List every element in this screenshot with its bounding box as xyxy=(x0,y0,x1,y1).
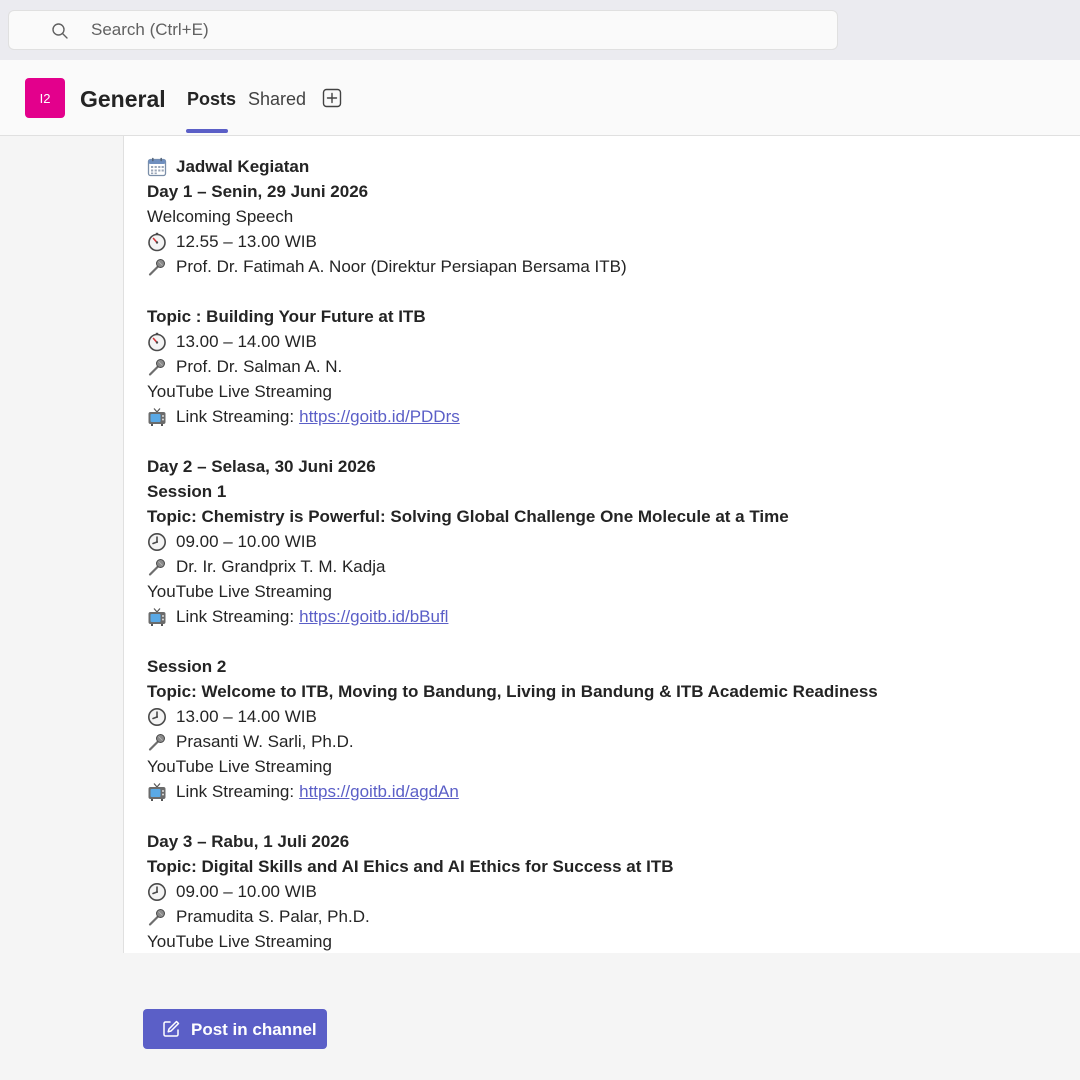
post-in-channel-button[interactable]: Post in channel xyxy=(143,1009,327,1049)
session-platform: YouTube Live Streaming xyxy=(147,382,332,401)
clock-icon xyxy=(147,532,167,552)
session-speaker: Prof. Dr. Salman A. N. xyxy=(176,357,343,376)
session-time: 13.00 – 14.00 WIB xyxy=(176,332,317,351)
stopwatch-icon xyxy=(147,232,167,252)
microphone-icon xyxy=(147,732,167,752)
session-platform: YouTube Live Streaming xyxy=(147,757,332,776)
clock-icon xyxy=(147,707,167,727)
session-label: Session 2 xyxy=(147,657,227,676)
day-title: Day 1 – Senin, 29 Juni 2026 xyxy=(147,182,369,201)
compose-icon xyxy=(163,1020,180,1037)
topic-title: Topic: Chemistry is Powerful: Solving Gl… xyxy=(147,507,789,526)
search-box[interactable] xyxy=(8,10,838,50)
link-label: Link Streaming: xyxy=(176,407,295,426)
post-area[interactable]: Jadwal Kegiatan Day 1 – Senin, 29 Juni 2… xyxy=(123,136,1080,953)
topic-title: Topic : Building Your Future at ITB xyxy=(147,307,426,326)
microphone-icon xyxy=(147,357,167,377)
channel-header: I2 General Posts Shared xyxy=(0,60,1080,136)
microphone-icon xyxy=(147,257,167,277)
microphone-icon xyxy=(147,907,167,927)
streaming-link[interactable]: https://goitb.id/PDDrs xyxy=(299,404,460,429)
streaming-link[interactable]: https://goitb.id/bBufl xyxy=(299,604,448,629)
post-message: Jadwal Kegiatan Day 1 – Senin, 29 Juni 2… xyxy=(147,154,1047,953)
session-platform: YouTube Live Streaming xyxy=(147,582,332,601)
session-time: 13.00 – 14.00 WIB xyxy=(176,707,317,726)
day-title: Day 3 – Rabu, 1 Juli 2026 xyxy=(147,832,350,851)
session-title: Welcoming Speech xyxy=(147,207,294,226)
day-title: Day 2 – Selasa, 30 Juni 2026 xyxy=(147,457,376,476)
session-speaker: Prasanti W. Sarli, Ph.D. xyxy=(176,732,354,751)
topic-title: Topic: Digital Skills and AI Ehics and A… xyxy=(147,857,674,876)
add-tab-icon[interactable] xyxy=(322,88,342,108)
session-time: 12.55 – 13.00 WIB xyxy=(176,232,317,251)
streaming-link[interactable]: https://goitb.id/agdAn xyxy=(299,779,459,804)
television-icon xyxy=(147,607,167,627)
search-input[interactable] xyxy=(83,11,783,49)
microphone-icon xyxy=(147,557,167,577)
link-label: Link Streaming: xyxy=(176,607,295,626)
clock-icon xyxy=(147,882,167,902)
calendar-icon xyxy=(147,157,167,177)
session-platform: YouTube Live Streaming xyxy=(147,932,332,951)
session-label: Session 1 xyxy=(147,482,227,501)
search-icon xyxy=(52,23,68,39)
post-in-channel-label: Post in channel xyxy=(191,1020,317,1039)
session-speaker: Prof. Dr. Fatimah A. Noor (Direktur Pers… xyxy=(176,257,627,276)
television-icon xyxy=(147,782,167,802)
tab-shared[interactable]: Shared xyxy=(248,89,306,110)
session-speaker: Pramudita S. Palar, Ph.D. xyxy=(176,907,370,926)
schedule-heading: Jadwal Kegiatan xyxy=(176,157,310,176)
active-tab-indicator xyxy=(186,129,228,133)
channel-title: General xyxy=(80,86,166,112)
television-icon xyxy=(147,407,167,427)
team-avatar[interactable]: I2 xyxy=(25,78,65,118)
session-time: 09.00 – 10.00 WIB xyxy=(176,882,317,901)
tab-posts[interactable]: Posts xyxy=(187,89,236,110)
session-time: 09.00 – 10.00 WIB xyxy=(176,532,317,551)
session-speaker: Dr. Ir. Grandprix T. M. Kadja xyxy=(176,557,386,576)
link-label: Link Streaming: xyxy=(176,782,295,801)
topic-title: Topic: Welcome to ITB, Moving to Bandung… xyxy=(147,682,878,701)
stopwatch-icon xyxy=(147,332,167,352)
title-bar xyxy=(0,0,1080,60)
